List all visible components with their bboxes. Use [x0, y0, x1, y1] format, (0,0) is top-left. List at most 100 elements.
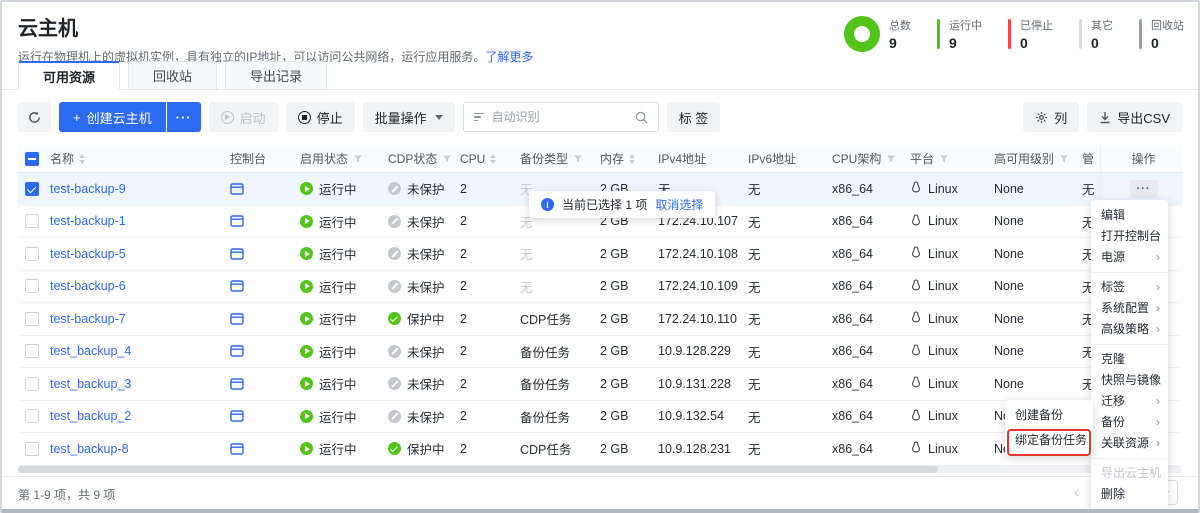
- console-icon[interactable]: [230, 345, 244, 357]
- filter-icon[interactable]: [442, 154, 452, 164]
- cdp-status-text: 未保护: [407, 342, 445, 361]
- table-row[interactable]: test-backup-5 运行中 未保护 2 无 2 GB 172.24.10…: [18, 238, 1182, 271]
- prev-page-icon[interactable]: [1074, 484, 1079, 501]
- start-button[interactable]: 启动: [209, 102, 278, 132]
- ipv4-cell: 10.9.132.54: [658, 401, 748, 433]
- row-checkbox[interactable]: [25, 279, 39, 293]
- gear-icon: [1035, 111, 1048, 124]
- running-status-icon: [300, 377, 313, 390]
- tab-export-records[interactable]: 导出记录: [225, 61, 327, 90]
- menu-item-system-config[interactable]: 系统配置: [1091, 298, 1168, 319]
- select-all-checkbox[interactable]: [25, 152, 39, 166]
- menu-item-migrate[interactable]: 迁移: [1091, 391, 1168, 412]
- col-header-cdp: CDP状态: [388, 150, 437, 167]
- cpu-arch-cell: x86_64: [832, 206, 910, 238]
- console-icon[interactable]: [230, 443, 244, 455]
- row-checkbox[interactable]: [25, 377, 39, 391]
- menu-item-power[interactable]: 电源: [1091, 247, 1168, 268]
- row-checkbox[interactable]: [25, 344, 39, 358]
- linux-penguin-icon: [910, 214, 922, 229]
- console-icon[interactable]: [230, 280, 244, 292]
- col-header-console: 控制台: [230, 150, 266, 167]
- filter-icon[interactable]: [1059, 154, 1069, 164]
- row-actions-button[interactable]: [1130, 180, 1158, 198]
- stop-button[interactable]: 停止: [286, 102, 355, 132]
- menu-item-clone[interactable]: 克隆: [1091, 349, 1168, 370]
- vm-name-link[interactable]: test_backup-8: [50, 442, 129, 456]
- refresh-button[interactable]: [18, 102, 51, 132]
- deselect-link[interactable]: 取消选择: [655, 196, 703, 213]
- row-checkbox[interactable]: [25, 442, 39, 456]
- stat-label: 回收站: [1151, 17, 1184, 33]
- create-vm-button[interactable]: +创建云主机: [59, 102, 166, 132]
- sort-icon[interactable]: [79, 154, 85, 164]
- console-icon[interactable]: [230, 183, 244, 195]
- filter-icon[interactable]: [886, 154, 896, 164]
- table-row[interactable]: test_backup_4 运行中 未保护 2 备份任务 2 GB 10.9.1…: [18, 336, 1182, 369]
- ha-level-cell: None: [994, 368, 1082, 400]
- search-icon[interactable]: [635, 111, 648, 124]
- cpu-arch-cell: x86_64: [832, 173, 910, 205]
- vm-name-link[interactable]: test-backup-5: [50, 247, 126, 261]
- console-icon[interactable]: [230, 248, 244, 260]
- cpu-cell: 2: [460, 238, 520, 270]
- row-checkbox[interactable]: [25, 312, 39, 326]
- row-checkbox[interactable]: [25, 409, 39, 423]
- submenu-item-bind-backup-task[interactable]: 绑定备份任务: [1005, 428, 1093, 453]
- tag-button[interactable]: 标 签: [667, 102, 721, 132]
- stat-label: 运行中: [949, 17, 982, 33]
- menu-item-tags[interactable]: 标签: [1091, 277, 1168, 298]
- vm-name-link[interactable]: test_backup_2: [50, 409, 131, 423]
- menu-item-backup[interactable]: 备份: [1091, 412, 1168, 433]
- cpu-arch-cell: x86_64: [832, 271, 910, 303]
- tab-recycle-bin[interactable]: 回收站: [128, 61, 217, 90]
- table-row[interactable]: test-backup-7 运行中 保护中 2 CDP任务 2 GB 172.2…: [18, 303, 1182, 336]
- scrollbar-thumb[interactable]: [18, 466, 938, 473]
- vm-name-link[interactable]: test_backup_4: [50, 344, 131, 358]
- console-icon[interactable]: [230, 378, 244, 390]
- sort-icon[interactable]: [490, 154, 496, 164]
- col-header-memory: 内存: [600, 150, 624, 167]
- sort-icon[interactable]: [629, 154, 635, 164]
- row-checkbox[interactable]: [25, 247, 39, 261]
- app-window: 云主机 运行在物理机上的虚拟机实例，具有独立的IP地址，可以访问公共网络，运行应…: [0, 0, 1200, 513]
- stat-value: 9: [949, 35, 982, 51]
- create-vm-more-button[interactable]: [167, 102, 201, 132]
- row-checkbox[interactable]: [25, 214, 39, 228]
- submenu-item-create-backup[interactable]: 创建备份: [1005, 403, 1093, 428]
- vm-name-link[interactable]: test-backup-6: [50, 279, 126, 293]
- platform-text: Linux: [928, 442, 958, 456]
- filter-icon[interactable]: [353, 154, 363, 164]
- menu-item-related-resources[interactable]: 关联资源: [1091, 433, 1168, 454]
- create-vm-label: 创建云主机: [87, 108, 152, 127]
- filter-icon[interactable]: [939, 154, 949, 164]
- vm-name-link[interactable]: test-backup-1: [50, 214, 126, 228]
- menu-item-advanced-policy[interactable]: 高级策略: [1091, 319, 1168, 340]
- export-csv-button[interactable]: 导出CSV: [1087, 102, 1182, 132]
- console-icon[interactable]: [230, 215, 244, 227]
- columns-button[interactable]: 列: [1023, 102, 1079, 132]
- table-row[interactable]: test_backup_3 运行中 未保护 2 备份任务 2 GB 10.9.1…: [18, 368, 1182, 401]
- menu-item-export-vm[interactable]: 导出云主机: [1091, 463, 1168, 484]
- vm-name-link[interactable]: test-backup-9: [50, 182, 126, 196]
- batch-actions-button[interactable]: 批量操作: [363, 102, 455, 132]
- vm-name-link[interactable]: test-backup-7: [50, 312, 126, 326]
- menu-item-delete[interactable]: 删除: [1091, 484, 1168, 505]
- search-input[interactable]: [492, 110, 627, 124]
- stat-value: 0: [1020, 35, 1053, 51]
- platform-text: Linux: [928, 409, 958, 423]
- export-csv-label: 导出CSV: [1117, 108, 1170, 127]
- menu-item-snapshot-image[interactable]: 快照与镜像: [1091, 370, 1168, 391]
- submenu-arrow-icon: [1156, 370, 1160, 391]
- row-checkbox[interactable]: [25, 182, 39, 196]
- console-icon[interactable]: [230, 313, 244, 325]
- console-icon[interactable]: [230, 410, 244, 422]
- selection-popup-text: 当前已选择 1 项: [562, 196, 647, 213]
- vm-name-link[interactable]: test_backup_3: [50, 377, 131, 391]
- tab-available-resources[interactable]: 可用资源: [18, 61, 120, 90]
- table-row[interactable]: test-backup-6 运行中 未保护 2 无 2 GB 172.24.10…: [18, 271, 1182, 304]
- memory-cell: 2 GB: [600, 271, 658, 303]
- menu-item-open-console[interactable]: 打开控制台: [1091, 226, 1168, 247]
- filter-icon[interactable]: [573, 154, 583, 164]
- menu-item-edit[interactable]: 编辑: [1091, 205, 1168, 226]
